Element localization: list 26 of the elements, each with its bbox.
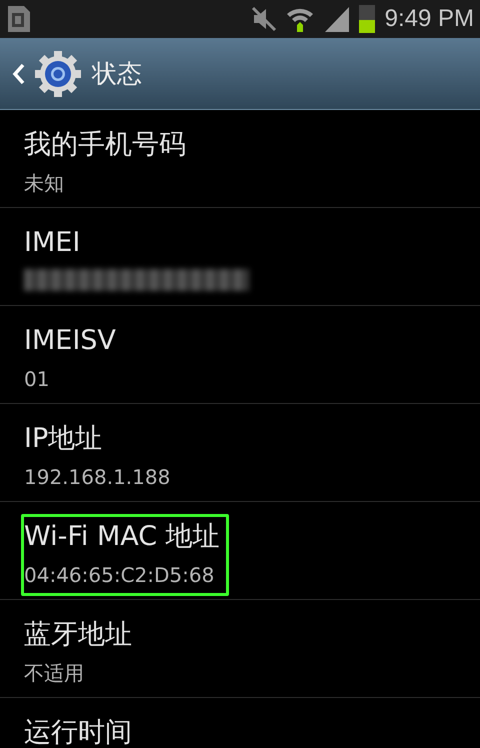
row-title: 我的手机号码: [24, 129, 186, 161]
status-row[interactable]: Wi-Fi MAC 地址 04:46:65:C2:D5:68: [0, 502, 480, 600]
row-value: 未知: [24, 171, 65, 195]
row-value: 不适用: [24, 661, 85, 685]
status-row[interactable]: 蓝牙地址 不适用: [0, 600, 480, 698]
row-title: 蓝牙地址: [24, 619, 132, 651]
row-title: Wi-Fi MAC 地址: [24, 521, 220, 553]
row-value: 04:46:65:C2:D5:68: [24, 563, 216, 587]
status-row[interactable]: IP地址 192.168.1.188: [0, 404, 480, 502]
sim-card-icon: [6, 4, 32, 34]
row-title: IMEISV: [24, 325, 116, 357]
mute-icon: [250, 6, 277, 32]
row-value: 192.168.1.188: [24, 465, 170, 489]
row-title: IMEI: [24, 227, 82, 259]
back-button[interactable]: [12, 50, 82, 98]
gear-icon: [34, 50, 82, 98]
screen-title: 状态: [92, 58, 142, 90]
clock-time: 9:49 PM: [384, 5, 474, 33]
signal-icon: [322, 5, 351, 33]
status-row[interactable]: IMEI: [0, 208, 480, 306]
status-row[interactable]: 我的手机号码 未知: [0, 110, 480, 208]
status-row[interactable]: IMEISV 01: [0, 306, 480, 404]
status-row[interactable]: 运行时间: [0, 698, 480, 748]
row-value: 01: [24, 367, 50, 391]
row-title: 运行时间: [24, 717, 132, 748]
row-title: IP地址: [24, 423, 104, 455]
